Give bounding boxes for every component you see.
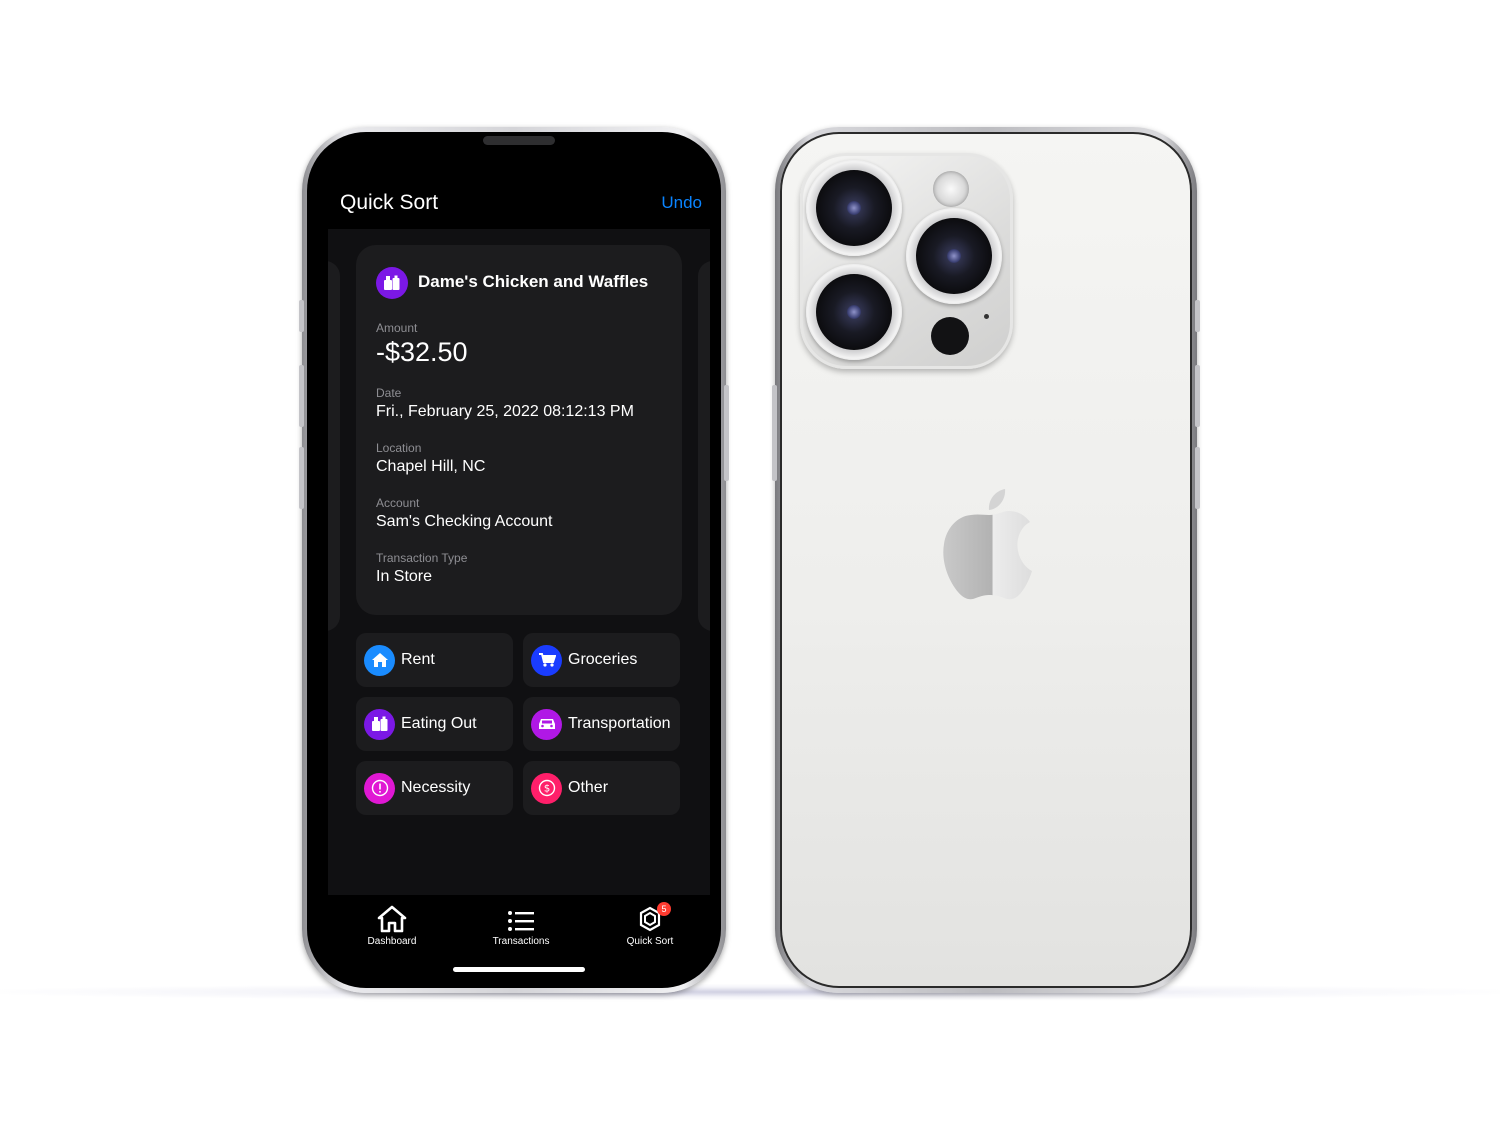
back-glass	[780, 132, 1192, 988]
phone-bezel: Quick Sort Undo Dame's Chicken and Waffl	[307, 132, 721, 988]
category-label: Eating Out	[401, 715, 477, 732]
camera-lens-icon	[806, 160, 902, 256]
exclamation-icon	[364, 772, 395, 804]
notification-badge: 5	[657, 902, 671, 916]
home-indicator[interactable]	[453, 967, 585, 972]
app-screen: Quick Sort Undo Dame's Chicken and Waffl	[320, 145, 718, 985]
sort-icon: 5	[635, 901, 671, 933]
takeout-icon	[364, 708, 395, 740]
tab-label: Quick Sort	[626, 936, 674, 947]
category-label: Necessity	[401, 779, 471, 796]
tab-label: Dashboard	[367, 936, 417, 947]
floor-shadow	[0, 984, 1500, 1000]
next-transaction-card[interactable]	[698, 261, 710, 631]
tab-quick-sort[interactable]: 5 Quick Sort	[595, 901, 705, 947]
side-button-left	[772, 385, 777, 481]
category-necessity-button[interactable]: Necessity	[356, 761, 513, 815]
dollar-icon: $	[531, 772, 562, 804]
microphone-hole	[984, 314, 989, 319]
camera-lens-icon	[806, 264, 902, 360]
transaction-type-label: Transaction Type	[376, 551, 468, 565]
volume-up-button	[1195, 365, 1200, 427]
undo-button[interactable]: Undo	[661, 193, 702, 213]
takeout-icon	[376, 267, 408, 299]
category-eating-out-button[interactable]: Eating Out	[356, 697, 513, 751]
page-title: Quick Sort	[340, 191, 439, 214]
mute-switch	[299, 300, 304, 332]
quick-sort-content: Dame's Chicken and Waffles Amount -$32.5…	[328, 229, 710, 895]
tab-dashboard[interactable]: Dashboard	[337, 901, 447, 947]
house-icon	[377, 901, 407, 933]
volume-up-button	[299, 365, 304, 427]
phone-front: Quick Sort Undo Dame's Chicken and Waffl	[299, 127, 729, 993]
category-transportation-button[interactable]: Transportation	[523, 697, 680, 751]
location-value: Chapel Hill, NC	[376, 458, 486, 475]
volume-down-button	[299, 447, 304, 509]
category-other-button[interactable]: $ Other	[523, 761, 680, 815]
tab-transactions[interactable]: Transactions	[466, 901, 576, 947]
house-icon	[364, 644, 395, 676]
date-value: Fri., February 25, 2022 08:12:13 PM	[376, 403, 634, 420]
cart-icon	[531, 644, 562, 676]
camera-lens-icon	[906, 208, 1002, 304]
category-label: Transportation	[568, 715, 671, 732]
mute-switch	[1195, 300, 1200, 332]
account-value: Sam's Checking Account	[376, 513, 553, 530]
transaction-type-value: In Store	[376, 568, 433, 585]
category-label: Groceries	[568, 651, 638, 668]
category-label: Rent	[401, 651, 435, 668]
tab-label: Transactions	[492, 936, 550, 947]
svg-text:$: $	[543, 784, 549, 795]
location-label: Location	[376, 441, 422, 455]
apple-logo-icon	[943, 489, 1033, 606]
previous-transaction-card[interactable]	[328, 261, 340, 631]
amount-value: -$32.50	[376, 337, 468, 367]
volume-down-button	[1195, 447, 1200, 509]
list-icon	[507, 901, 535, 933]
transaction-card[interactable]: Dame's Chicken and Waffles Amount -$32.5…	[356, 245, 682, 615]
account-label: Account	[376, 496, 420, 510]
car-icon	[531, 708, 562, 740]
amount-label: Amount	[376, 321, 418, 335]
category-rent-button[interactable]: Rent	[356, 633, 513, 687]
flash-icon	[933, 171, 969, 207]
merchant-name: Dame's Chicken and Waffles	[418, 272, 649, 291]
camera-module	[800, 153, 1013, 369]
category-label: Other	[568, 779, 609, 796]
power-button	[724, 385, 729, 481]
category-groceries-button[interactable]: Groceries	[523, 633, 680, 687]
lidar-sensor	[931, 317, 969, 355]
phone-back	[772, 127, 1200, 993]
earpiece-speaker	[483, 136, 555, 145]
date-label: Date	[376, 386, 402, 400]
